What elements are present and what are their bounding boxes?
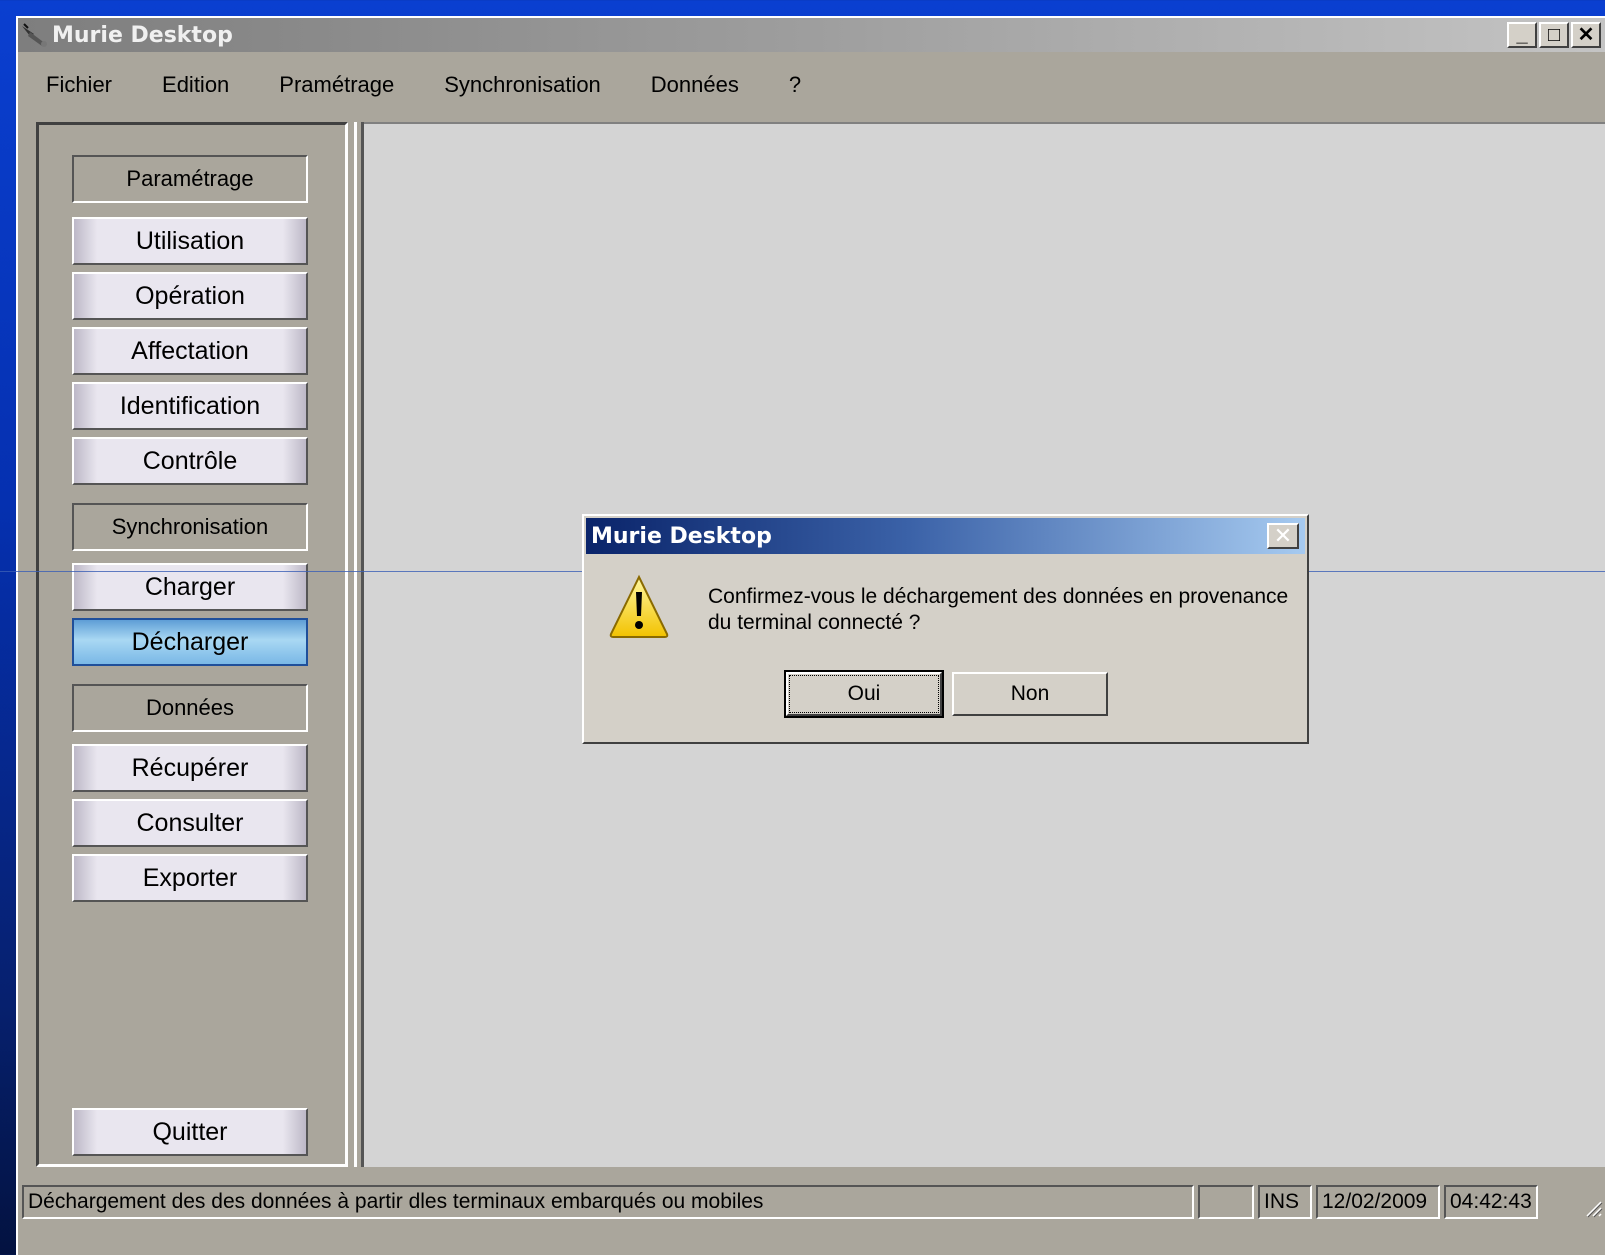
dialog-message: Confirmez-vous le déchargement des donné… [708, 585, 1289, 634]
close-icon: ✕ [1273, 523, 1293, 549]
confirm-dialog: Murie Desktop ✕ Confirmez-vous le déchar… [582, 514, 1309, 744]
minimize-button[interactable]: _ [1507, 22, 1537, 48]
identification-button[interactable]: Identification [72, 382, 308, 430]
section-parametrage: Paramétrage [72, 155, 308, 203]
warning-icon [609, 574, 669, 638]
status-date: 12/02/2009 [1316, 1185, 1440, 1219]
section-synchronisation: Synchronisation [72, 503, 308, 551]
yes-button-label: Oui [788, 675, 940, 713]
dialog-close-button[interactable]: ✕ [1267, 523, 1299, 549]
status-time: 04:42:43 [1444, 1185, 1538, 1219]
operation-button[interactable]: Opération [72, 272, 308, 320]
side-panel: Paramétrage Utilisation Opération Affect… [36, 122, 348, 1167]
menu-donnees[interactable]: Données [651, 72, 739, 98]
dialog-title: Murie Desktop [591, 523, 772, 549]
consulter-button[interactable]: Consulter [72, 799, 308, 847]
dialog-title-bar[interactable]: Murie Desktop ✕ [586, 518, 1305, 554]
title-bar[interactable]: Murie Desktop _ □ ✕ [18, 18, 1605, 52]
status-empty-panel [1198, 1185, 1254, 1219]
status-message: Déchargement des des données à partir dl… [22, 1185, 1194, 1219]
controle-button[interactable]: Contrôle [72, 437, 308, 485]
menu-fichier[interactable]: Fichier [46, 72, 112, 98]
affectation-button[interactable]: Affectation [72, 327, 308, 375]
section-donnees: Données [72, 684, 308, 732]
status-bar: Déchargement des des données à partir dl… [18, 1182, 1605, 1222]
no-button[interactable]: Non [952, 672, 1108, 716]
utilisation-button[interactable]: Utilisation [72, 217, 308, 265]
menu-edition[interactable]: Edition [162, 72, 229, 98]
menu-bar: Fichier Edition Pramétrage Synchronisati… [18, 52, 1605, 118]
window-title: Murie Desktop [52, 22, 233, 48]
yes-button[interactable]: Oui [784, 670, 944, 718]
recuperer-button[interactable]: Récupérer [72, 744, 308, 792]
resize-grip-icon[interactable] [1583, 1198, 1603, 1218]
menu-parametrage[interactable]: Pramétrage [279, 72, 394, 98]
menu-help[interactable]: ? [789, 72, 801, 98]
exporter-button[interactable]: Exporter [72, 854, 308, 902]
status-ins: INS [1258, 1185, 1312, 1219]
panel-splitter[interactable] [354, 122, 364, 1167]
maximize-button[interactable]: □ [1539, 22, 1569, 48]
close-button[interactable]: ✕ [1571, 22, 1601, 48]
app-icon [18, 18, 52, 52]
quitter-button[interactable]: Quitter [72, 1108, 308, 1156]
menu-synchronisation[interactable]: Synchronisation [444, 72, 601, 98]
decharger-button[interactable]: Décharger [72, 618, 308, 666]
